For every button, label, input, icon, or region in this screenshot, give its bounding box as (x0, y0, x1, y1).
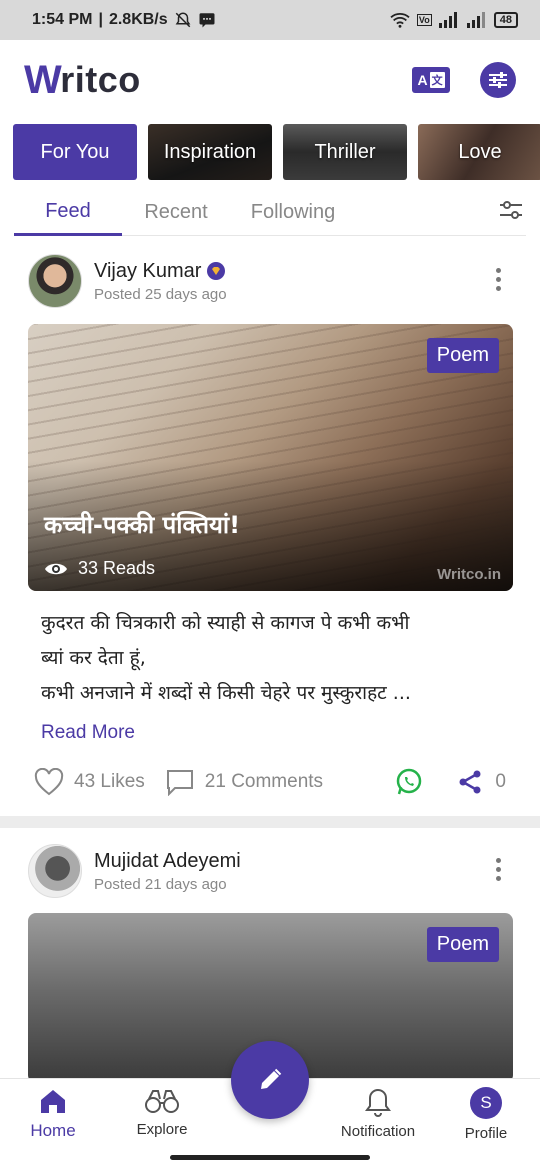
logo-w: W (24, 57, 63, 102)
category-for-you[interactable]: For You (13, 124, 137, 180)
binoculars-icon (145, 1090, 179, 1113)
network-speed: 2.8KB/s (108, 11, 168, 28)
post-cover-image[interactable]: Poem कच्ची-पक्की पंक्तियां! 33 Reads Wri… (28, 324, 513, 591)
read-count: 33 Reads (44, 558, 155, 579)
mute-bell-icon (175, 12, 191, 28)
more-options-icon[interactable] (496, 858, 502, 881)
genre-tag: Poem (426, 338, 499, 373)
nav-label: Notification (340, 1123, 416, 1140)
wifi-icon (390, 13, 410, 28)
nav-explore[interactable]: Explore (132, 1087, 192, 1138)
signal-icon (438, 12, 457, 28)
category-strip: For You Inspiration Thriller Love (13, 124, 540, 180)
category-label: For You (40, 140, 110, 163)
app-screen: 1:54 PM | 2.8KB/s Vo 48 W ritco A 文 For … (0, 0, 540, 1170)
gesture-bar (170, 1155, 370, 1160)
nav-label: Profile (464, 1125, 508, 1142)
language-button[interactable]: A 文 (412, 67, 450, 93)
status-time: 1:54 PM (32, 11, 93, 28)
post-divider (0, 816, 540, 828)
category-inspiration[interactable]: Inspiration (148, 124, 272, 180)
post-actions: 43 Likes 21 Comments 0 (34, 762, 506, 802)
share-count: 0 (495, 771, 506, 792)
post-time: Posted 25 days ago (94, 285, 227, 303)
tab-feed[interactable]: Feed (14, 190, 122, 236)
post-author[interactable]: Vijay Kumar Posted 25 days ago (28, 254, 227, 308)
read-more-link[interactable]: Read More (41, 722, 135, 744)
more-options-icon[interactable] (496, 268, 502, 291)
author-name[interactable]: Mujidat Adeyemi (94, 850, 241, 873)
nav-label: Explore (136, 1121, 188, 1138)
nav-home[interactable]: Home (24, 1087, 82, 1141)
status-bar: 1:54 PM | 2.8KB/s Vo 48 (0, 0, 540, 40)
watermark: Writco.in (437, 566, 501, 583)
heart-icon (34, 768, 64, 796)
eye-icon (45, 563, 67, 574)
logo-text: ritco (60, 59, 141, 100)
verified-badge-icon (207, 262, 226, 280)
avatar[interactable] (28, 844, 82, 898)
category-label: Thriller (314, 140, 376, 163)
message-icon (199, 13, 215, 28)
post-excerpt[interactable]: कुदरत की चित्रकारी को स्याही से कागज पे … (41, 606, 506, 711)
pencil-icon (261, 1068, 282, 1089)
battery-indicator: 48 (493, 12, 518, 28)
excerpt-line: कुदरत की चित्रकारी को स्याही से कागज पे … (41, 612, 410, 634)
volte-label: Vo (416, 14, 432, 26)
excerpt-line: कभी अनजाने में शब्दों से किसी चेहरे पर म… (41, 682, 411, 704)
excerpt-line: ब्यां कर देता हूं, (41, 647, 146, 669)
comment-button[interactable]: 21 Comments (165, 768, 323, 796)
preferences-button[interactable] (480, 62, 516, 98)
bell-icon (365, 1088, 391, 1117)
home-icon (41, 1090, 65, 1113)
translate-icon-a: A (417, 72, 428, 88)
write-post-button[interactable] (231, 1041, 309, 1119)
author-name[interactable]: Vijay Kumar (94, 260, 201, 283)
category-label: Inspiration (163, 140, 257, 163)
post-author[interactable]: Mujidat Adeyemi Posted 21 days ago (28, 844, 241, 898)
filter-button[interactable] (498, 199, 524, 226)
read-count-text: 33 Reads (78, 558, 156, 578)
tab-following[interactable]: Following (230, 190, 356, 236)
sliders-icon (489, 72, 507, 88)
category-love[interactable]: Love (418, 124, 540, 180)
profile-avatar: S (470, 1087, 502, 1119)
category-thriller[interactable]: Thriller (283, 124, 407, 180)
share-icon[interactable] (457, 769, 483, 795)
nav-profile[interactable]: S Profile (458, 1087, 514, 1142)
feed-tabs: Feed Recent Following (14, 190, 526, 236)
post-time: Posted 21 days ago (94, 875, 227, 893)
feed-post: Vijay Kumar Posted 25 days ago Poem कच्च… (0, 238, 540, 816)
comment-icon (166, 770, 193, 796)
genre-tag: Poem (426, 927, 499, 962)
nav-label: Home (30, 1121, 76, 1140)
filter-icon (500, 201, 522, 219)
category-label: Love (458, 140, 502, 163)
writco-logo[interactable]: W ritco (24, 58, 141, 103)
tab-recent[interactable]: Recent (122, 190, 230, 236)
translate-icon-b: 文 (429, 72, 445, 88)
post-title[interactable]: कच्ची-पक्की पंक्तियां! (44, 508, 240, 541)
comment-count: 21 Comments (204, 771, 324, 792)
app-header: W ritco A 文 (0, 40, 540, 120)
signal-icon-2 (466, 12, 485, 28)
nav-notification[interactable]: Notification (336, 1087, 420, 1140)
avatar[interactable] (28, 254, 82, 308)
whatsapp-icon[interactable] (395, 768, 423, 796)
like-count: 43 Likes (74, 771, 145, 792)
like-button[interactable]: 43 Likes (34, 768, 145, 796)
